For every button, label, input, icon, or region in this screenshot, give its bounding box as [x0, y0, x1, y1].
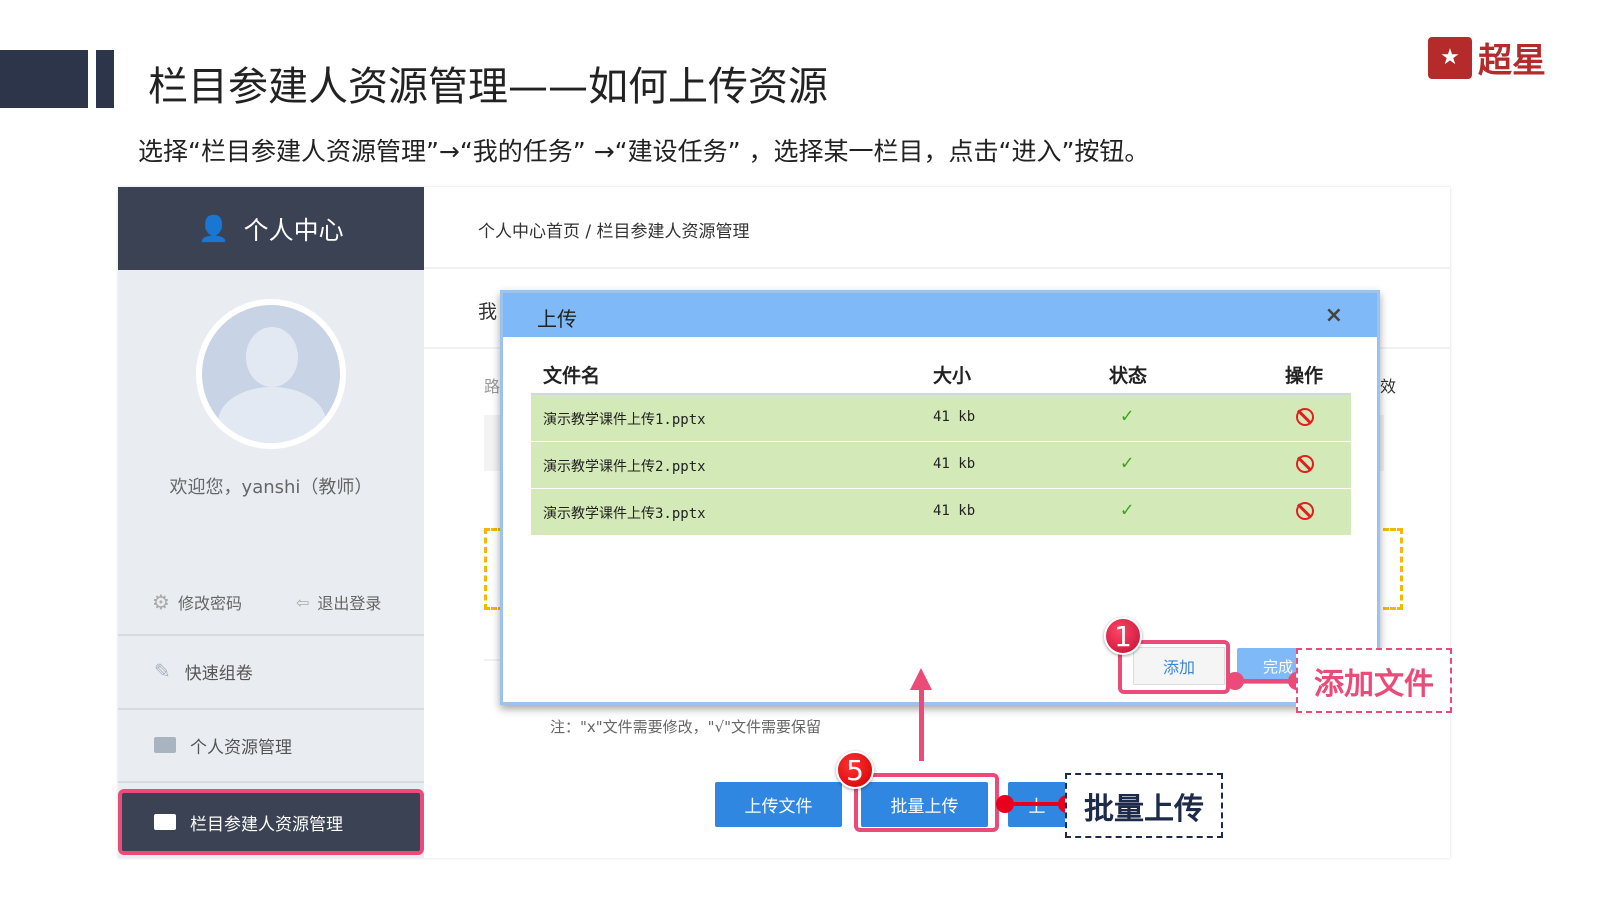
file-size: 41 kb: [933, 503, 976, 519]
sidebar-title: 个人中心: [243, 215, 344, 245]
logo: ★ 超星: [1428, 33, 1546, 82]
table-row: 演示教学课件上传3.pptx 41 kb ✓: [531, 489, 1351, 536]
step-5-badge: 5: [836, 751, 874, 789]
file-name: 演示教学课件上传3.pptx: [543, 506, 706, 522]
upload-file-button[interactable]: 上传文件: [715, 782, 842, 827]
delete-icon[interactable]: [1296, 408, 1314, 426]
file-name: 演示教学课件上传2.pptx: [543, 459, 706, 475]
arrow-head-icon: [910, 668, 932, 690]
edit-icon: ✎: [154, 659, 171, 683]
col-header-action: 操作: [1285, 365, 1324, 387]
table-row: 演示教学课件上传1.pptx 41 kb ✓: [531, 395, 1351, 442]
logo-text: 超星: [1478, 41, 1546, 81]
change-password-link[interactable]: ⚙ 修改密码: [152, 590, 242, 614]
logout-icon: ⇦: [296, 592, 310, 612]
folder-icon: [154, 737, 176, 753]
upload-dialog: 上传 × 文件名 大小 状态 操作 演示教学课件上传1.pptx 41 kb ✓ 演…: [500, 290, 1380, 705]
title-decor-block: [0, 50, 88, 108]
highlight-bracket-right: [1383, 528, 1403, 610]
dialog-header: 上传: [503, 293, 1377, 337]
dialog-title: 上传: [537, 307, 577, 331]
col-header-status: 状态: [1109, 365, 1148, 387]
sidebar: 👤 个人中心 欢迎您，yanshi（教师） ⚙ 修改密码 ⇦ 退出登录 ✎ 快速组卷 个…: [118, 187, 424, 858]
slide-title: 栏目参建人资源管理——如何上传资源: [148, 64, 828, 110]
note-text: 注："x"文件需要修改，"√"文件需要保留: [550, 718, 822, 736]
column-label-partial: 效: [1380, 377, 1397, 396]
file-size: 41 kb: [933, 456, 976, 472]
breadcrumb: 个人中心首页 / 栏目参建人资源管理: [478, 222, 750, 242]
close-icon[interactable]: ×: [1325, 303, 1343, 328]
logout-link[interactable]: ⇦ 退出登录: [296, 590, 381, 614]
gear-icon: ⚙: [152, 590, 170, 614]
slide-subtitle: 选择“栏目参建人资源管理”→“我的任务” →“建设任务” ，选择某一栏目，点击“…: [138, 137, 1150, 166]
delete-icon[interactable]: [1296, 502, 1314, 520]
file-name: 演示教学课件上传1.pptx: [543, 412, 706, 428]
batch-upload-callout: 批量上传: [1065, 773, 1223, 838]
title-decor-bar: [96, 50, 114, 108]
step-1-badge: 1: [1104, 617, 1142, 655]
avatar: [196, 299, 346, 449]
logo-star-icon: ★: [1428, 36, 1472, 79]
sidebar-header: 👤 个人中心: [118, 187, 424, 270]
path-label-partial: 路: [484, 377, 501, 396]
check-icon: ✓: [1121, 450, 1134, 474]
user-icon: 👤: [198, 213, 230, 243]
welcome-text: 欢迎您，yanshi（教师）: [169, 477, 373, 498]
arrow-up: [919, 685, 924, 761]
tab-partial: 我: [478, 301, 498, 323]
col-header-size: 大小: [933, 365, 972, 387]
check-icon: ✓: [1121, 403, 1134, 427]
sidebar-item-personal-resources[interactable]: 个人资源管理: [118, 708, 424, 780]
check-icon: ✓: [1121, 497, 1134, 521]
file-size: 41 kb: [933, 409, 976, 425]
add-file-callout: 添加文件: [1296, 648, 1452, 713]
sidebar-item-quick-paper[interactable]: ✎ 快速组卷: [118, 634, 424, 706]
sidebar-item-column-resources[interactable]: 栏目参建人资源管理: [118, 789, 424, 855]
delete-icon[interactable]: [1296, 455, 1314, 473]
col-header-filename: 文件名: [543, 365, 601, 387]
table-row: 演示教学课件上传2.pptx 41 kb ✓: [531, 442, 1351, 489]
batch-highlight-box: [854, 773, 999, 832]
app-screenshot: 👤 个人中心 欢迎您，yanshi（教师） ⚙ 修改密码 ⇦ 退出登录 ✎ 快速组卷 个…: [118, 187, 1450, 858]
folder-icon: [154, 814, 176, 830]
